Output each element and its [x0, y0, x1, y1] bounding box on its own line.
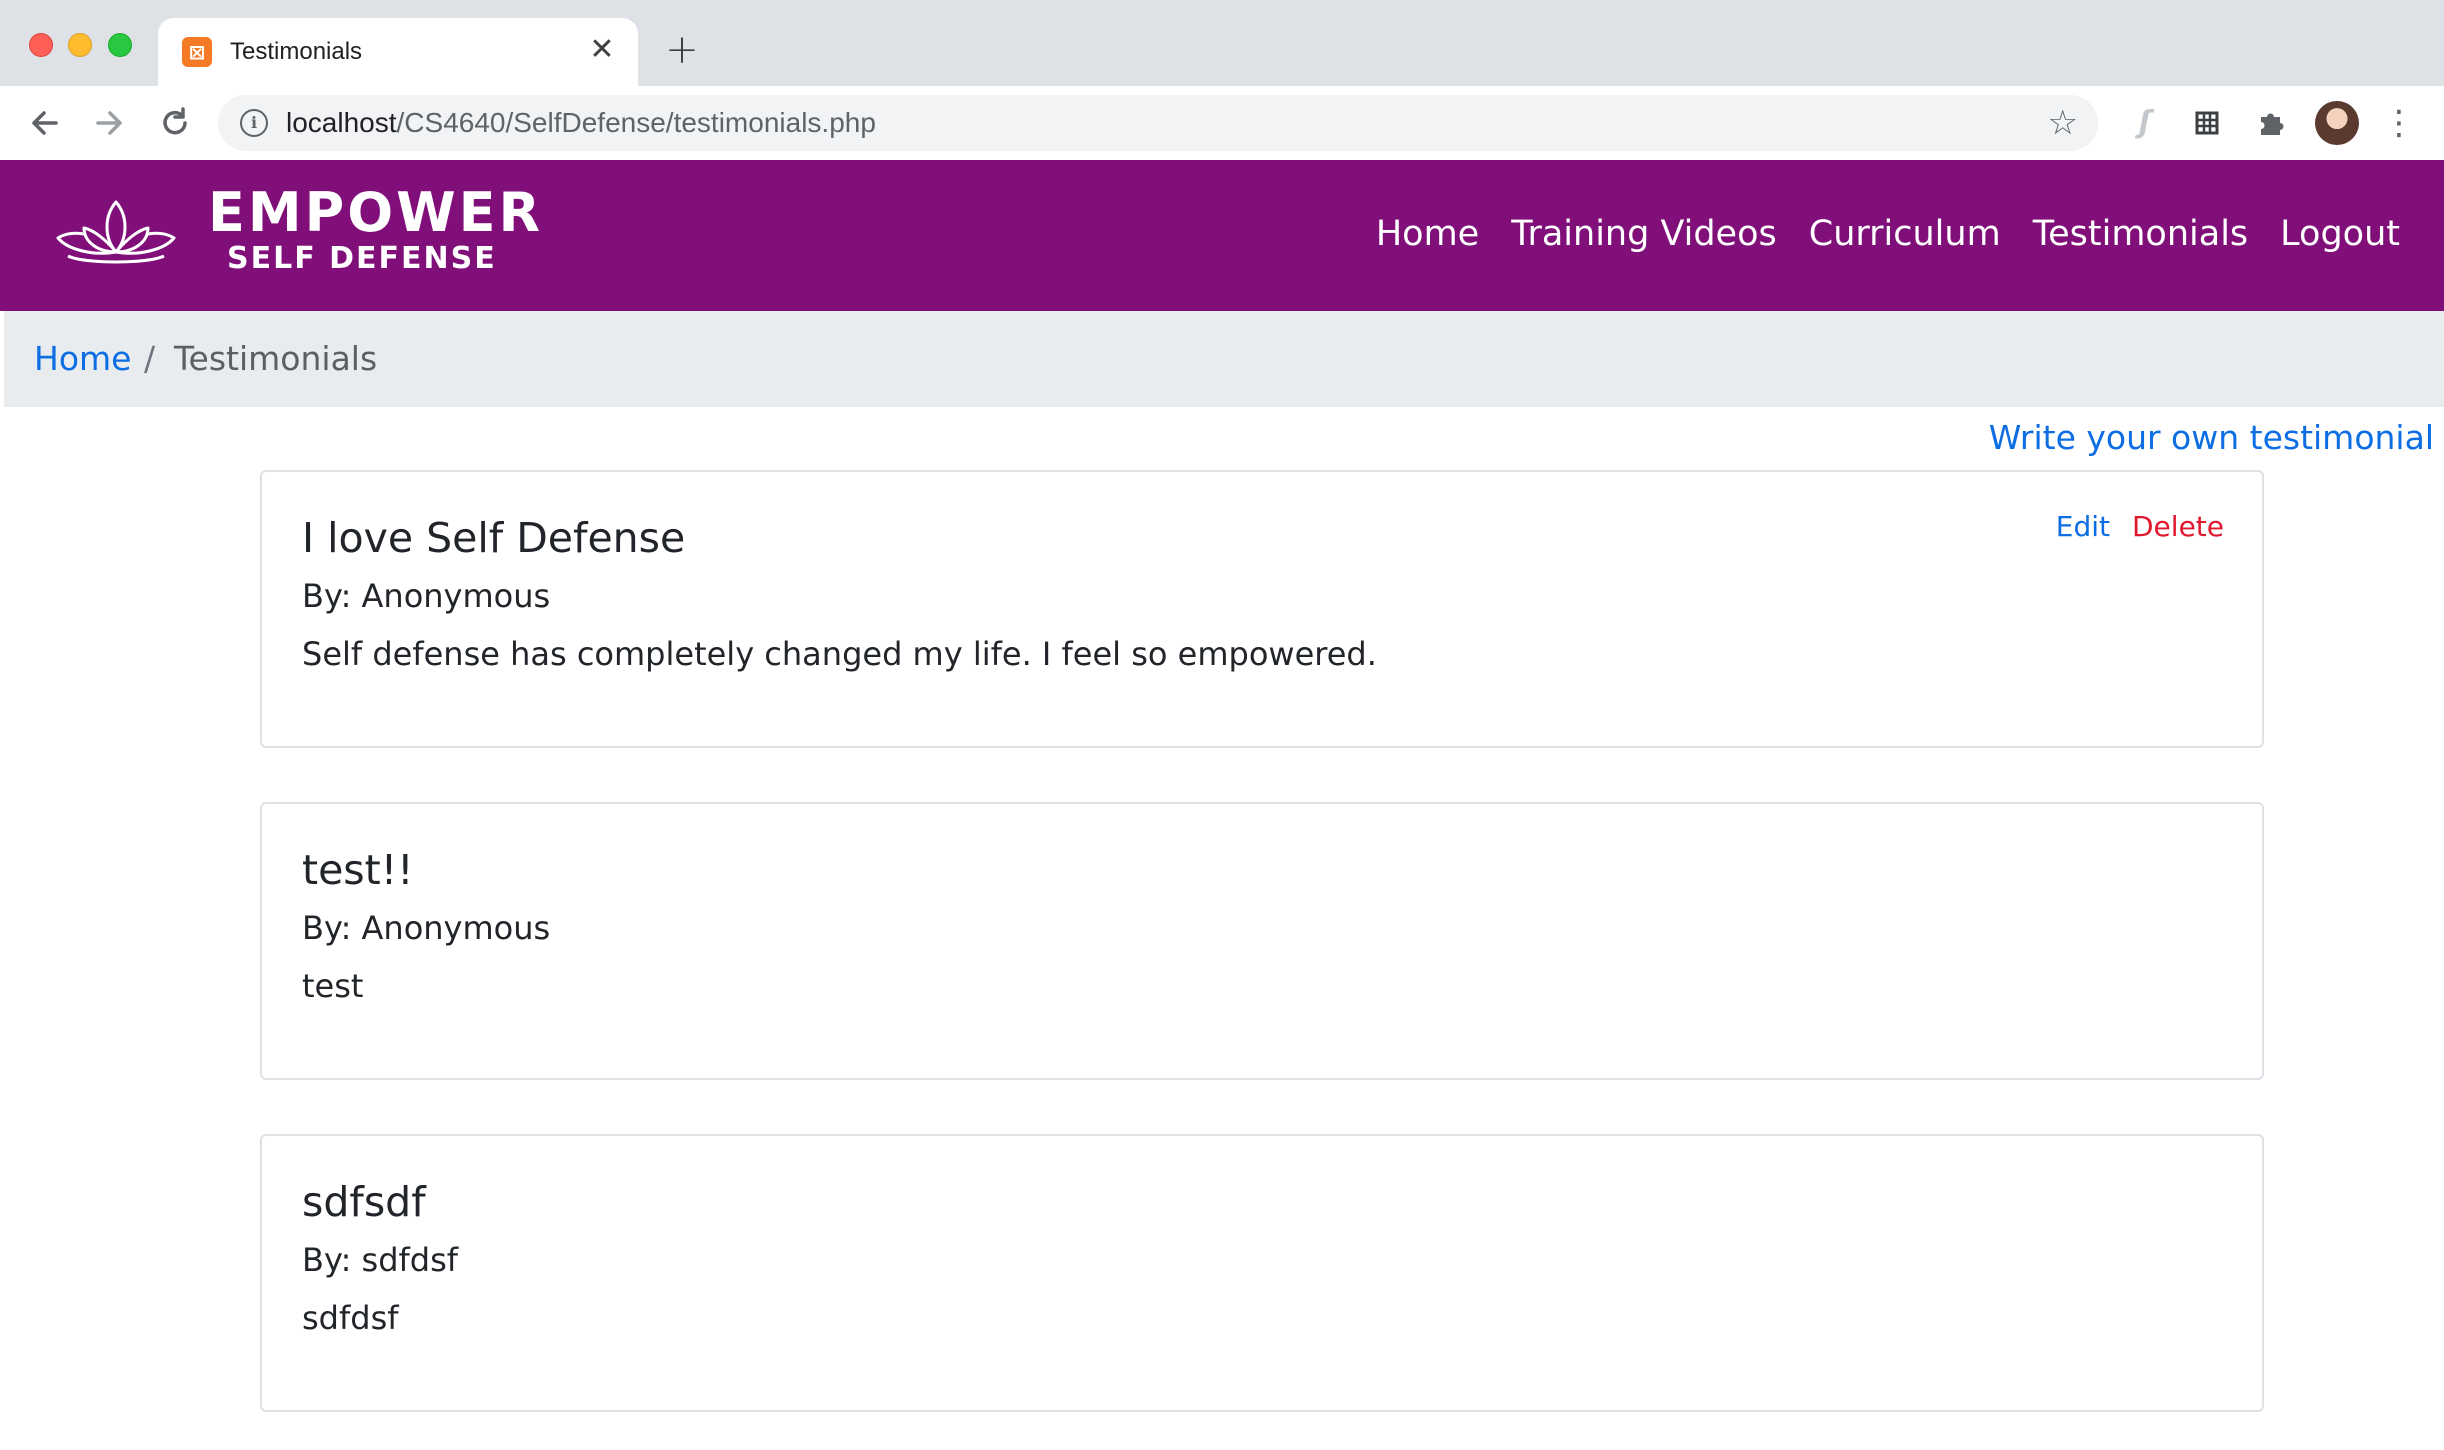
- browser-tab[interactable]: ⊠ Testimonials ✕: [158, 18, 638, 86]
- testimonial-title: sdfsdf: [302, 1178, 426, 1226]
- grid-extension-icon[interactable]: [2184, 100, 2230, 146]
- nav-training-videos-link[interactable]: Training Videos: [1511, 210, 1777, 258]
- brand-subtitle[interactable]: SELF DEFENSE: [227, 241, 497, 277]
- testimonial-title: I love Self Defense: [302, 514, 686, 562]
- lotus-logo-icon: [56, 200, 176, 264]
- breadcrumb-home-link[interactable]: Home: [34, 337, 131, 381]
- xampp-favicon-icon: ⊠: [182, 37, 212, 67]
- new-tab-button[interactable]: +: [662, 30, 702, 70]
- breadcrumb: Home / Testimonials: [4, 311, 2444, 407]
- maximize-window-button[interactable]: [108, 33, 132, 57]
- tab-close-icon[interactable]: ✕: [584, 32, 620, 68]
- delete-testimonial-link[interactable]: Delete: [2132, 510, 2224, 543]
- url-host: localhost: [286, 107, 397, 138]
- browser-tab-strip: ⊠ Testimonials ✕ +: [0, 0, 2444, 86]
- extension-icon[interactable]: ʃ: [2122, 100, 2168, 146]
- profile-avatar[interactable]: [2315, 101, 2359, 145]
- edit-testimonial-link[interactable]: Edit: [2056, 510, 2110, 543]
- url-text[interactable]: localhost/CS4640/SelfDefense/testimonial…: [286, 105, 876, 141]
- brand-title[interactable]: EMPOWER: [208, 182, 543, 244]
- breadcrumb-separator: /: [144, 339, 156, 378]
- write-testimonial-link[interactable]: Write your own testimonial: [1989, 414, 2434, 462]
- close-window-button[interactable]: [29, 33, 53, 57]
- testimonial-title: test!!: [302, 846, 414, 894]
- nav-testimonials-link[interactable]: Testimonials: [2033, 210, 2248, 258]
- testimonial-author: By: Anonymous: [302, 577, 551, 615]
- testimonial-actions: Edit Delete: [2056, 510, 2224, 543]
- nav-curriculum-link[interactable]: Curriculum: [1809, 210, 2001, 258]
- testimonial-card: test!! By: Anonymous test: [260, 802, 2264, 1080]
- forward-arrow-icon[interactable]: [86, 100, 132, 146]
- address-bar[interactable]: i localhost/CS4640/SelfDefense/testimoni…: [218, 95, 2098, 151]
- breadcrumb-current: Testimonials: [174, 339, 378, 378]
- reload-icon[interactable]: [152, 100, 198, 146]
- url-path: /CS4640/SelfDefense/testimonials.php: [396, 107, 876, 138]
- site-navbar: EMPOWER SELF DEFENSE Home Training Video…: [0, 160, 2444, 311]
- tab-title: Testimonials: [230, 38, 363, 65]
- testimonial-body: test: [302, 967, 364, 1005]
- minimize-window-button[interactable]: [68, 33, 92, 57]
- bookmark-star-icon[interactable]: ☆: [2048, 103, 2078, 143]
- testimonial-body: sdfdsf: [302, 1299, 399, 1337]
- main-nav: Home Training Videos Curriculum Testimon…: [1376, 210, 2400, 258]
- nav-home-link[interactable]: Home: [1376, 210, 1479, 258]
- testimonial-card: sdfsdf By: sdfdsf sdfdsf: [260, 1134, 2264, 1412]
- menu-kebab-icon[interactable]: ⋮: [2376, 100, 2422, 146]
- back-arrow-icon[interactable]: [22, 100, 68, 146]
- testimonial-card: I love Self Defense By: Anonymous Self d…: [260, 470, 2264, 748]
- testimonial-body: Self defense has completely changed my l…: [302, 635, 1377, 673]
- nav-logout-link[interactable]: Logout: [2280, 210, 2400, 258]
- testimonial-author: By: sdfdsf: [302, 1241, 459, 1279]
- site-info-icon[interactable]: i: [240, 109, 268, 137]
- testimonial-author: By: Anonymous: [302, 909, 551, 947]
- browser-toolbar: i localhost/CS4640/SelfDefense/testimoni…: [0, 86, 2444, 161]
- puzzle-icon[interactable]: [2248, 100, 2294, 146]
